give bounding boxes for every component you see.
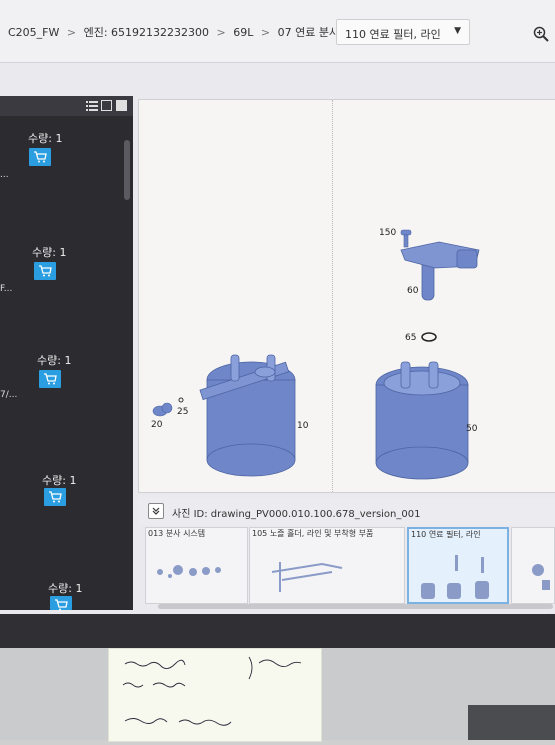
- photo-id-text: 사진 ID: drawing_PV000.010.100.678_version…: [172, 509, 421, 520]
- part-label-10[interactable]: 10: [297, 421, 308, 431]
- group-select-value: 110 연료 필터, 라인: [345, 28, 441, 41]
- truncated-text: ...: [0, 170, 9, 180]
- drawing-thumbnails: 013 분사 시스템 105 노즐 홀더, 라인 및 부착형 부품 110 연료…: [145, 527, 555, 607]
- cart-icon: [55, 599, 68, 611]
- part-label-25[interactable]: 25: [177, 407, 188, 417]
- panel-scrollbar[interactable]: [124, 140, 130, 200]
- quantity-label: 수량: 1: [48, 582, 83, 595]
- thumbnail-title: 105 노즐 홀더, 라인 및 부착형 부품: [252, 529, 374, 538]
- breadcrumb-separator: >: [260, 26, 271, 39]
- collapse-toggle-button[interactable]: [148, 503, 164, 519]
- parts-drawing[interactable]: 150 60 65 20 25 10 50: [138, 99, 555, 493]
- add-to-cart-button[interactable]: [44, 488, 66, 506]
- monitor-bezel: [0, 614, 555, 648]
- thumbnail-110[interactable]: 110 연료 필터, 라인: [407, 527, 509, 604]
- thumbnail-scrollbar[interactable]: [158, 604, 553, 609]
- clip-25: [178, 397, 184, 403]
- breadcrumb-model[interactable]: C205_FW: [8, 26, 59, 39]
- parts-list-panel: 수량: 1 ... 수량: 1 F... 수량: 1 7/... 수량: 1 수…: [0, 96, 133, 611]
- part-label-65[interactable]: 65: [405, 333, 416, 343]
- photo-info-bar: 사진 ID: drawing_PV000.010.100.678_version…: [138, 497, 555, 525]
- cart-icon: [49, 491, 62, 503]
- part-label-20[interactable]: 20: [151, 420, 162, 430]
- cart-icon: [44, 373, 57, 385]
- part-label-150[interactable]: 150: [379, 228, 396, 238]
- zoom-in-icon[interactable]: [533, 26, 549, 42]
- quantity-label: 수량: 1: [37, 354, 72, 367]
- thumbnail-title: 110 연료 필터, 라인: [411, 530, 481, 539]
- breadcrumb-separator: >: [216, 26, 226, 39]
- monitor-stand: [468, 705, 555, 740]
- thumbnail-image: [271, 562, 343, 592]
- breadcrumb-group[interactable]: 69L: [233, 26, 253, 39]
- handwritten-sticky-note: [108, 648, 322, 742]
- fuel-filter-10: [199, 354, 296, 477]
- thumbnail-title: 013 분사 시스템: [148, 529, 206, 538]
- truncated-text: 7/...: [0, 390, 18, 400]
- thumbnail-013[interactable]: 013 분사 시스템: [145, 527, 248, 604]
- breadcrumb-engine[interactable]: 엔진: 65192132232300: [84, 26, 209, 39]
- quantity-label: 수량: 1: [42, 474, 77, 487]
- o-ring-65: [421, 332, 437, 342]
- popout-icon[interactable]: [116, 100, 127, 111]
- top-bar: C205_FW > 엔진: 65192132232300 > 69L > 07 …: [0, 0, 555, 63]
- screw-150: [400, 229, 412, 248]
- thumbnail-image: [157, 565, 221, 578]
- truncated-text: F...: [0, 284, 13, 294]
- add-to-cart-button[interactable]: [34, 262, 56, 280]
- cart-icon: [34, 151, 47, 163]
- breadcrumb-subgroup[interactable]: 07 연료 분사: [278, 26, 339, 39]
- list-view-icon[interactable]: [86, 100, 98, 111]
- monitor-screen: C205_FW > 엔진: 65192132232300 > 69L > 07 …: [0, 0, 555, 614]
- quantity-label: 수량: 1: [32, 246, 67, 259]
- part-label-60[interactable]: 60: [407, 286, 418, 296]
- cart-icon: [39, 265, 52, 277]
- connector-20: [152, 402, 173, 417]
- parts-illustration: [152, 229, 480, 480]
- panel-toolbar: [0, 96, 133, 116]
- group-select-dropdown[interactable]: 110 연료 필터, 라인 ▼: [336, 19, 470, 45]
- handwriting-scribble: [122, 656, 302, 726]
- part-label-50[interactable]: 50: [466, 424, 477, 434]
- thumbnail-105[interactable]: 105 노즐 홀더, 라인 및 부착형 부품: [249, 527, 405, 604]
- add-to-cart-button[interactable]: [39, 370, 61, 388]
- add-to-cart-button[interactable]: [29, 148, 51, 166]
- add-to-cart-button[interactable]: [50, 596, 72, 611]
- double-chevron-down-icon: [152, 507, 160, 515]
- thumbnail-next[interactable]: [511, 527, 555, 604]
- chevron-down-icon: ▼: [454, 26, 461, 36]
- fuel-filter-50: [375, 361, 469, 480]
- breadcrumb-separator: >: [66, 26, 77, 39]
- thumbnail-image: [421, 555, 489, 599]
- thumbnail-image: [532, 564, 550, 590]
- quantity-label: 수량: 1: [28, 132, 63, 145]
- breadcrumb: C205_FW > 엔진: 65192132232300 > 69L > 07 …: [8, 24, 360, 40]
- expand-icon[interactable]: [101, 100, 112, 111]
